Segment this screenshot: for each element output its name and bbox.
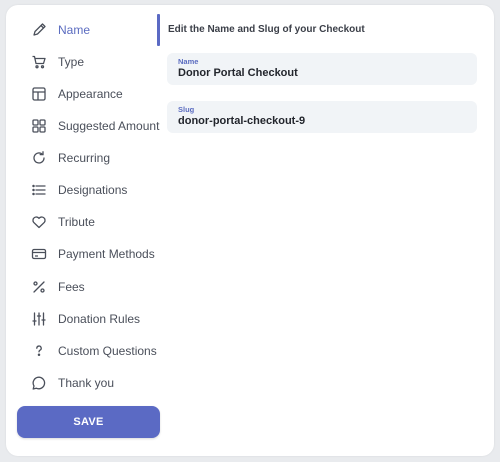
save-button[interactable]: SAVE (17, 406, 160, 438)
sidebar-item-label: Suggested Amount (58, 119, 160, 133)
grid-icon (30, 117, 48, 135)
refresh-icon (30, 149, 48, 167)
sidebar-item-label: Custom Questions (58, 344, 157, 358)
name-field-value[interactable]: Donor Portal Checkout (178, 67, 298, 79)
sidebar-item-type[interactable]: Type (30, 50, 170, 74)
chat-icon (30, 374, 48, 392)
sliders-icon (30, 310, 48, 328)
sidebar-item-label: Donation Rules (58, 312, 141, 326)
list-icon (30, 181, 48, 199)
sidebar-item-label: Name (58, 23, 91, 37)
sidebar-item-label: Thank you (58, 376, 115, 390)
sidebar-item-custom-questions[interactable]: Custom Questions (30, 339, 170, 363)
layout-icon (30, 85, 48, 103)
sidebar-item-thank-you[interactable]: Thank you (30, 371, 170, 395)
sidebar-item-fees[interactable]: Fees (30, 275, 170, 299)
section-heading: Edit the Name and Slug of your Checkout (168, 24, 365, 35)
sidebar-item-suggested-amount[interactable]: Suggested Amount (30, 114, 170, 138)
sidebar-item-designations[interactable]: Designations (30, 178, 170, 202)
sidebar-item-tribute[interactable]: Tribute (30, 210, 170, 234)
credit-card-icon (30, 245, 48, 263)
slug-field[interactable]: Slug donor-portal-checkout-9 (167, 101, 477, 133)
question-icon (30, 342, 48, 360)
name-field[interactable]: Name Donor Portal Checkout (167, 53, 477, 85)
pencil-icon (30, 21, 48, 39)
name-field-label: Name (178, 57, 199, 66)
sidebar-item-label: Tribute (58, 215, 95, 229)
sidebar-item-label: Designations (58, 183, 128, 197)
percent-icon (30, 278, 48, 296)
sidebar: Name Type Appearance Suggested Amount Re (6, 5, 166, 456)
sidebar-item-appearance[interactable]: Appearance (30, 82, 170, 106)
sidebar-item-payment-methods[interactable]: Payment Methods (30, 242, 170, 266)
cart-icon (30, 53, 48, 71)
slug-field-label: Slug (178, 105, 195, 114)
sidebar-item-recurring[interactable]: Recurring (30, 146, 170, 170)
sidebar-item-name[interactable]: Name (30, 18, 170, 42)
sidebar-item-label: Fees (58, 280, 85, 294)
sidebar-item-label: Payment Methods (58, 247, 155, 261)
slug-field-value[interactable]: donor-portal-checkout-9 (178, 115, 305, 127)
heart-icon (30, 213, 48, 231)
checkout-settings-card: Name Type Appearance Suggested Amount Re (6, 5, 494, 456)
sidebar-item-label: Recurring (58, 151, 111, 165)
sidebar-item-label: Appearance (58, 87, 123, 101)
sidebar-item-label: Type (58, 55, 85, 69)
sidebar-item-donation-rules[interactable]: Donation Rules (30, 307, 170, 331)
active-section-indicator (157, 14, 160, 46)
